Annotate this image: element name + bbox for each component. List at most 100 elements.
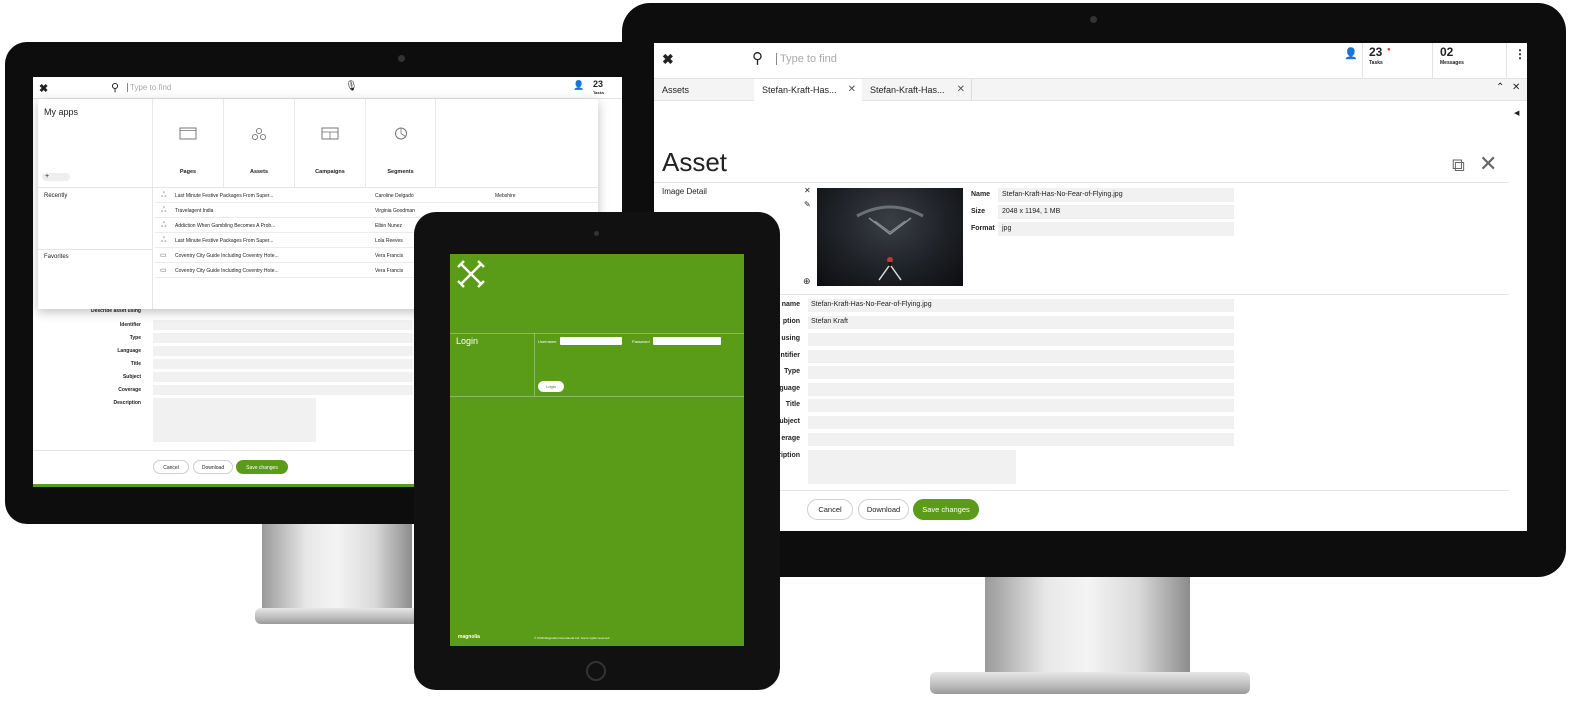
recent-item-author: Caroline Delgado [375, 193, 414, 199]
form-field-coverage[interactable] [808, 433, 1234, 446]
form-field-language[interactable] [808, 383, 1234, 396]
left-field-language[interactable] [153, 346, 413, 356]
form-field-type[interactable] [808, 366, 1234, 379]
left-field-description[interactable] [153, 398, 316, 442]
tablet: Login Username Password ●●●●● Login magn… [414, 212, 780, 690]
tab-asset-1-label: Stefan-Kraft-Has... [762, 85, 837, 95]
close-icon[interactable]: ✕ [1479, 151, 1497, 177]
close-tab-icon[interactable]: ✕ [957, 84, 965, 95]
app-segments[interactable]: Segments [365, 99, 436, 187]
meta-key-format: Format [971, 225, 995, 232]
close-tab-icon[interactable]: ✕ [848, 84, 856, 95]
left-cancel-button[interactable]: Cancel [153, 460, 189, 474]
left-field-identifier[interactable] [153, 320, 413, 330]
tasks-label: Tasks [593, 90, 605, 95]
tablet-home-button[interactable] [586, 661, 606, 681]
app-assets-label: Assets [249, 169, 269, 175]
left-monitor-camera [398, 55, 405, 62]
recent-item-author: Vera Francis [375, 268, 404, 274]
form-field-caption[interactable]: Stefan Kraft [808, 316, 1234, 329]
left-form-label-identifier: Identifier [119, 322, 141, 328]
login-column-divider [534, 333, 535, 396]
assets-icon [251, 127, 267, 140]
app-campaigns[interactable]: Campaigns [294, 99, 365, 187]
app-segments-label: Segments [387, 169, 414, 175]
app-pages[interactable]: Pages [152, 99, 223, 187]
tab-asset-1[interactable]: Stefan-Kraft-Has... ✕ [754, 79, 862, 101]
password-input[interactable]: ●●●●● [653, 337, 721, 352]
recent-item-author: Elbin Nunez [375, 223, 402, 229]
password-label: Password [632, 339, 650, 344]
login-button[interactable]: Login [538, 381, 564, 392]
user-icon[interactable]: 👤 [573, 80, 584, 91]
left-download-button[interactable]: Download [193, 460, 233, 474]
left-field-type[interactable] [153, 333, 413, 343]
left-monitor-stand-base [255, 608, 430, 624]
form-field-identifier[interactable] [808, 350, 1234, 363]
download-button[interactable]: Download [858, 499, 909, 520]
search-icon[interactable]: ⚲ [752, 49, 763, 67]
save-changes-button[interactable]: Save changes [913, 499, 979, 520]
search-input[interactable]: Type to find [776, 53, 837, 65]
search-icon[interactable]: ⚲ [111, 81, 119, 94]
campaigns-icon [321, 127, 339, 140]
username-input[interactable] [560, 337, 622, 345]
form-field-title[interactable] [808, 399, 1234, 412]
recent-item-title: Last Minute Festive Packages From Super.… [175, 238, 274, 244]
page-icon [179, 127, 197, 140]
more-menu-icon[interactable]: ⋮ [1514, 47, 1526, 61]
magnolia-logo-icon [457, 260, 485, 288]
left-app-topbar: ✖ ⚲ Type to find 🎙 👤 23 Tasks [33, 77, 623, 99]
left-field-subject[interactable] [153, 372, 413, 382]
microphone-icon[interactable]: 🎙 [345, 81, 358, 92]
left-field-coverage[interactable] [153, 385, 413, 395]
maximize-icon[interactable]: ⧉ [1452, 155, 1465, 176]
tablet-screen: Login Username Password ●●●●● Login magn… [450, 254, 744, 646]
meta-value-format: jpg [998, 222, 1234, 236]
close-all-icon[interactable]: ✕ [1512, 82, 1520, 93]
form-field-description[interactable] [808, 450, 1016, 484]
edit-image-icon[interactable]: ✎ [804, 200, 811, 209]
form-field-name[interactable]: Stefan-Kraft-Has-No-Fear-of-Flying.jpg [808, 299, 1234, 312]
remove-image-icon[interactable]: ✕ [804, 186, 811, 195]
messages-count[interactable]: 02 [1440, 45, 1453, 59]
topbar-divider [1432, 43, 1433, 79]
topbar-divider [1506, 43, 1507, 79]
panel-divider [38, 187, 598, 188]
search-input[interactable]: Type to find [127, 83, 171, 92]
left-form-label-type: Type [129, 335, 141, 341]
tasks-count[interactable]: 23 [1369, 45, 1382, 59]
username-label: Username [538, 339, 557, 344]
tab-assets[interactable]: Assets [654, 79, 754, 101]
recent-item-title: Coventry City Guide Including Coventry H… [175, 253, 279, 259]
zoom-image-icon[interactable]: ⊕ [803, 276, 811, 287]
user-icon[interactable]: 👤 [1344, 47, 1358, 60]
recent-item-extra: Mebshire [495, 193, 516, 199]
recent-item-title: Travelagent India [175, 208, 214, 214]
recent-item[interactable]: ஃ Last Minute Festive Packages From Supe… [155, 189, 598, 203]
collapse-icon[interactable]: ⌃ [1496, 82, 1504, 93]
tasks-badge-icon: ● [1387, 47, 1391, 53]
topbar-divider [1362, 43, 1363, 79]
tab-asset-2-label: Stefan-Kraft-Has... [870, 85, 945, 95]
side-arrow-icon[interactable]: ◀ [1514, 109, 1519, 117]
form-field-describe-using[interactable] [808, 333, 1234, 346]
tasks-label: Tasks [1369, 60, 1383, 66]
right-app-topbar: ✖ ⚲ Type to find 👤 23 ● Tasks 02 Message… [654, 43, 1527, 79]
tab-bar: Assets Stefan-Kraft-Has... ✕ Stefan-Kraft… [654, 79, 1527, 101]
asset-thumbnail[interactable] [817, 188, 963, 286]
app-assets[interactable]: Assets [223, 99, 294, 187]
left-field-title[interactable] [153, 359, 413, 369]
left-save-button[interactable]: Save changes [236, 460, 288, 474]
add-app-label: + [45, 173, 50, 180]
tab-asset-2[interactable]: Stefan-Kraft-Has... ✕ [862, 79, 972, 101]
right-monitor-camera [1090, 16, 1097, 23]
form-field-subject[interactable] [808, 416, 1234, 429]
assets-icon: ஃ [161, 207, 167, 214]
tasks-count[interactable]: 23 [593, 79, 603, 89]
recent-item-title: Last Minute Festive Packages From Super.… [175, 193, 274, 199]
add-app-button[interactable]: + [42, 173, 70, 181]
left-form-label-coverage: Coverage [118, 387, 141, 393]
cancel-button[interactable]: Cancel [807, 499, 853, 520]
magnolia-logo-icon: ✖ [662, 51, 674, 67]
